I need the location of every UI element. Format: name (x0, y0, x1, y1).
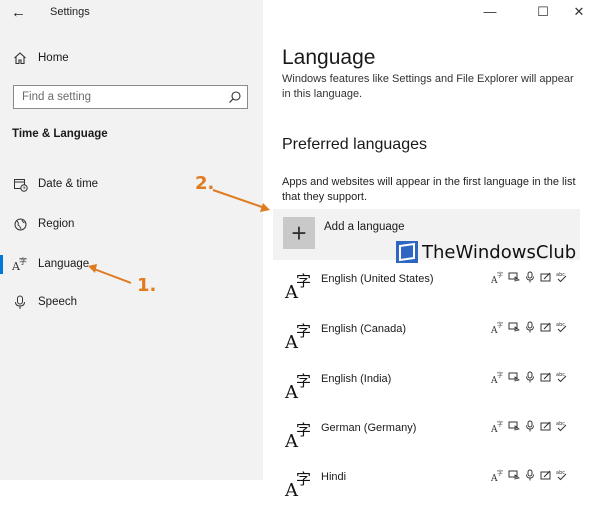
annotation-arrows (88, 189, 270, 284)
arrow-1-line (93, 268, 132, 284)
arrow-2-line (212, 189, 263, 208)
arrow-2-head (260, 203, 270, 212)
arrow-1-head (88, 264, 97, 273)
